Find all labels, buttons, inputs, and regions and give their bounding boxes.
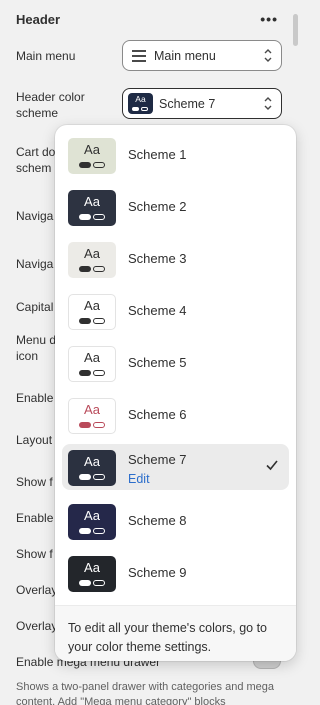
swatch-pill-outline	[93, 422, 105, 428]
scheme-option[interactable]: Aa Scheme 7 Edit	[62, 444, 289, 490]
swatch-pill	[79, 266, 91, 272]
menu-icon	[132, 50, 146, 62]
navigation-label-1: Naviga	[16, 209, 54, 223]
scheme-swatch: Aa	[68, 138, 116, 174]
swatch-pill	[79, 580, 91, 586]
scheme-option[interactable]: Aa Scheme 2	[62, 184, 289, 230]
dropdown-footer: To edit all your theme's colors, go to y…	[55, 605, 296, 661]
scheme-name: Scheme 9	[128, 565, 187, 580]
scheme-option[interactable]: Aa Scheme 1	[62, 132, 289, 178]
swatch-pill	[79, 370, 91, 376]
swatch-text: Aa	[84, 454, 100, 469]
swatch-pill-outline	[141, 107, 148, 111]
menu-label-line2: icon	[16, 349, 39, 363]
scheme-name: Scheme 3	[128, 251, 187, 266]
more-horizontal-icon[interactable]: •••	[260, 11, 278, 27]
color-scheme-dropdown: Aa Scheme 1 Aa Scheme 2 Aa Scheme 3 Aa Scheme 4…	[55, 125, 296, 661]
swatch-pill	[79, 318, 91, 324]
scheme-name: Scheme 1	[128, 147, 187, 162]
swatch-text: Aa	[84, 246, 100, 261]
scheme-swatch: Aa	[68, 190, 116, 226]
swatch-pill-outline	[93, 474, 105, 480]
scheme-swatch: Aa	[68, 504, 116, 540]
scheme-swatch: Aa	[68, 398, 116, 434]
scheme-swatch: Aa	[68, 450, 116, 486]
scheme-name: Scheme 2	[128, 199, 187, 214]
main-menu-value: Main menu	[154, 48, 216, 63]
overlay-label-2: Overlay	[16, 619, 58, 633]
swatch-text: Aa	[84, 402, 100, 417]
scheme-swatch: Aa	[68, 346, 116, 382]
swatch-pill-outline	[93, 580, 105, 586]
menu-label: Menu d	[16, 333, 57, 347]
swatch-pill-outline	[93, 370, 105, 376]
swatch-pill	[79, 474, 91, 480]
swatch-text: Aa	[84, 508, 100, 523]
checkmark-icon	[266, 460, 278, 471]
swatch-pill-outline	[93, 214, 105, 220]
swatch-pill-outline	[93, 162, 105, 168]
swatch-pill	[79, 422, 91, 428]
scheme-option[interactable]: Aa Scheme 8	[62, 498, 289, 544]
swatch-text: Aa	[84, 350, 100, 365]
scheme-swatch: Aa	[68, 242, 116, 278]
scheme-name: Scheme 4	[128, 303, 187, 318]
swatch-text: Aa	[135, 94, 146, 104]
swatch-pill	[132, 107, 139, 111]
edit-scheme-link[interactable]: Edit	[128, 472, 150, 486]
header-color-value: Scheme 7	[159, 96, 216, 111]
capital-label: Capital	[16, 300, 54, 314]
scheme-option[interactable]: Aa Scheme 4	[62, 288, 289, 334]
swatch-pill	[79, 528, 91, 534]
cart-label-line2: schem	[16, 161, 52, 175]
header-color-label: Header color	[16, 90, 85, 104]
scheme-name: Scheme 8	[128, 513, 187, 528]
swatch-pill-outline	[93, 528, 105, 534]
scheme-option[interactable]: Aa Scheme 6	[62, 392, 289, 438]
swatch-text: Aa	[84, 560, 100, 575]
color-swatch: Aa	[128, 93, 153, 114]
header-color-select[interactable]: Aa Scheme 7	[122, 88, 282, 119]
section-header: Header •••	[16, 10, 278, 28]
show-label-1: Show f	[16, 475, 53, 489]
swatch-text: Aa	[84, 298, 100, 313]
scheme-swatch: Aa	[68, 294, 116, 330]
enable-label-1: Enable	[16, 391, 54, 405]
scheme-name: Scheme 6	[128, 407, 187, 422]
swatch-pill-outline	[93, 266, 105, 272]
cart-label: Cart do	[16, 145, 56, 159]
mega-menu-help: Shows a two-panel drawer with categories…	[16, 681, 275, 705]
swatch-pill	[79, 162, 91, 168]
layout-label: Layout	[16, 433, 53, 447]
scrollbar[interactable]	[293, 14, 298, 46]
chevron-up-down-icon	[264, 49, 272, 62]
swatch-pill	[79, 214, 91, 220]
scheme-option[interactable]: Aa Scheme 9	[62, 550, 289, 596]
navigation-label-2: Naviga	[16, 257, 54, 271]
show-label-2: Show f	[16, 547, 53, 561]
section-title: Header	[16, 11, 61, 27]
enable-label-2: Enable	[16, 511, 54, 525]
overlay-label-1: Overlay	[16, 583, 58, 597]
main-menu-select[interactable]: Main menu	[122, 40, 282, 71]
scheme-option[interactable]: Aa Scheme 5	[62, 340, 289, 386]
swatch-pill-outline	[93, 318, 105, 324]
header-color-label-line2: scheme	[16, 106, 59, 120]
scheme-name: Scheme 5	[128, 355, 187, 370]
scheme-name: Scheme 7	[128, 452, 187, 467]
chevron-up-down-icon	[264, 97, 272, 110]
swatch-text: Aa	[84, 142, 100, 157]
swatch-text: Aa	[84, 194, 100, 209]
scheme-option[interactable]: Aa Scheme 3	[62, 236, 289, 282]
scheme-swatch: Aa	[68, 556, 116, 592]
main-menu-label: Main menu	[16, 49, 76, 63]
